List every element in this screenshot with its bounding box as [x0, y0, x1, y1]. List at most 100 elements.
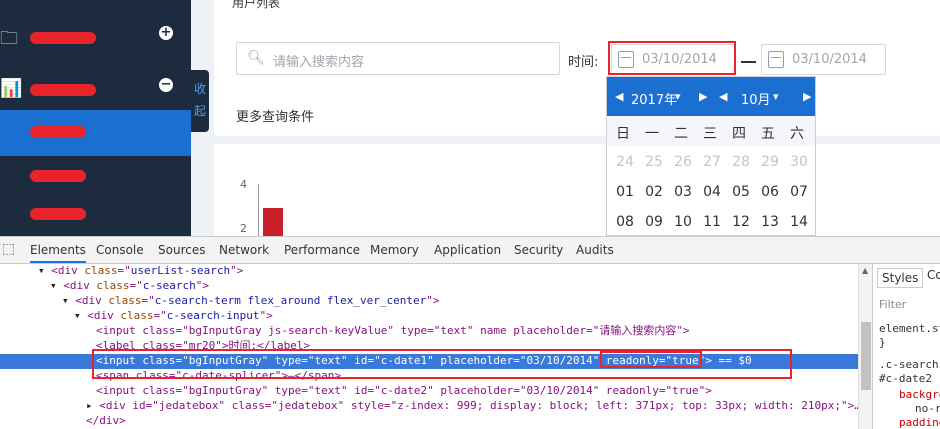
- chart-panel: 4 2: [214, 144, 940, 236]
- search-icon: 🔍︎: [247, 50, 265, 66]
- expand-plus-icon[interactable]: +: [159, 26, 173, 40]
- day-cell[interactable]: 10: [669, 214, 697, 230]
- dom-node[interactable]: </div>: [0, 414, 858, 429]
- prev-month-arrow-icon[interactable]: ◀: [719, 90, 727, 103]
- weekday-label: 一: [645, 126, 659, 142]
- day-cell[interactable]: 05: [727, 184, 755, 200]
- day-cell[interactable]: 09: [640, 214, 668, 230]
- dom-node[interactable]: ▾ <div class="c-search-term flex_around …: [0, 294, 858, 309]
- dom-tree: ▾ <div class="userList-search"> ▾ <div c…: [0, 264, 861, 429]
- chart-bar: [263, 208, 283, 236]
- date-end-input[interactable]: 03/10/2014: [761, 44, 886, 75]
- tab-memory[interactable]: Memory: [370, 243, 419, 257]
- sidebar-subitem-3[interactable]: [0, 196, 191, 236]
- day-cell[interactable]: 07: [785, 184, 813, 200]
- next-year-arrow-icon[interactable]: ▶: [699, 90, 707, 103]
- date-splicer: [741, 61, 756, 63]
- collapse-minus-icon[interactable]: −: [159, 78, 173, 92]
- tab-styles[interactable]: Styles: [877, 268, 924, 288]
- tab-performance[interactable]: Performance: [284, 243, 360, 257]
- day-cell[interactable]: 26: [669, 154, 697, 170]
- y-tick: 4: [240, 178, 247, 191]
- dom-tree-scrollbar[interactable]: ▲: [858, 264, 872, 429]
- sidebar: 🗀 + 📊 −: [0, 0, 191, 236]
- weekday-row: 日 一 二 三 四 五 六: [607, 116, 815, 146]
- date-picker-header: ◀ 2017年 ▾ ▶ ◀ 10月 ▾ ▶: [607, 77, 815, 116]
- day-cell[interactable]: 01: [611, 184, 639, 200]
- style-rule-line: }: [879, 336, 886, 349]
- tab-security[interactable]: Security: [514, 243, 563, 257]
- style-rule-line: #c-date2 ,: [879, 372, 940, 385]
- styles-filter-input[interactable]: Filter: [879, 298, 906, 311]
- prev-year-arrow-icon[interactable]: ◀: [615, 90, 623, 103]
- style-rule-line: no-r: [915, 402, 940, 415]
- search-input[interactable]: 🔍︎ 请输入搜索内容: [236, 42, 560, 75]
- style-rule-line: padding: [899, 416, 940, 429]
- style-rule-line: .c-search: [879, 358, 939, 371]
- style-rule-line: element.st: [879, 322, 940, 335]
- chart-icon: 📊: [0, 78, 23, 99]
- tab-application[interactable]: Application: [434, 243, 501, 257]
- sidebar-subitem-active[interactable]: [0, 110, 191, 156]
- calendar-icon: [768, 51, 784, 68]
- year-select[interactable]: 2017年: [631, 89, 677, 108]
- tab-elements[interactable]: Elements: [30, 243, 86, 263]
- day-cell[interactable]: 14: [785, 214, 813, 230]
- day-cell[interactable]: 13: [756, 214, 784, 230]
- day-cell[interactable]: 27: [698, 154, 726, 170]
- scroll-up-arrow-icon[interactable]: ▲: [862, 266, 868, 275]
- next-month-arrow-icon[interactable]: ▶: [803, 90, 811, 103]
- search-panel: 🔍︎ 请输入搜索内容 时间: 03/10/2014 03/10/2014 更多查…: [214, 22, 940, 136]
- weekday-label: 二: [674, 126, 688, 142]
- date-end-value: 03/10/2014: [792, 52, 867, 67]
- day-cell[interactable]: 24: [611, 154, 639, 170]
- devtools-tab-bar: ⬚ Elements Console Sources Network Perfo…: [0, 237, 940, 264]
- more-conditions-link[interactable]: 更多查询条件: [236, 106, 314, 125]
- weekday-label: 四: [732, 126, 746, 142]
- dom-node[interactable]: <input class="bgInputGray js-search-keyV…: [0, 324, 858, 339]
- day-cell[interactable]: 08: [611, 214, 639, 230]
- search-placeholder: 请输入搜索内容: [273, 55, 365, 70]
- day-cell[interactable]: 03: [669, 184, 697, 200]
- tab-network[interactable]: Network: [219, 243, 269, 257]
- redacted-label: [30, 84, 96, 96]
- weekday-label: 日: [616, 126, 630, 142]
- sidebar-item-1[interactable]: 🗀 +: [0, 14, 191, 60]
- style-rule-line: backgro: [899, 388, 940, 401]
- day-cell[interactable]: 28: [727, 154, 755, 170]
- day-cell[interactable]: 12: [727, 214, 755, 230]
- day-cell[interactable]: 29: [756, 154, 784, 170]
- dom-node[interactable]: ▾ <div class="c-search-input">: [0, 309, 858, 324]
- dom-node[interactable]: ▾ <div class="userList-search">: [0, 264, 858, 279]
- weekday-label: 五: [761, 126, 775, 142]
- tab-sources[interactable]: Sources: [158, 243, 205, 257]
- folder-icon: 🗀: [0, 28, 18, 49]
- tab-console[interactable]: Console: [96, 243, 144, 257]
- day-cell[interactable]: 06: [756, 184, 784, 200]
- tab-computed[interactable]: Co: [927, 268, 940, 282]
- highlight-outline: [608, 41, 736, 75]
- day-cell[interactable]: 04: [698, 184, 726, 200]
- sidebar-collapse-toggle[interactable]: 收 起: [191, 70, 209, 132]
- day-cell[interactable]: 11: [698, 214, 726, 230]
- month-dropdown-arrow-icon[interactable]: ▾: [773, 90, 779, 103]
- redacted-label: [30, 170, 86, 182]
- day-cell[interactable]: 02: [640, 184, 668, 200]
- dom-node[interactable]: ▾ <div class="c-search">: [0, 279, 858, 294]
- weekday-label: 三: [703, 126, 717, 142]
- sidebar-item-2[interactable]: 📊 −: [0, 66, 191, 112]
- day-cell[interactable]: 30: [785, 154, 813, 170]
- scrollbar-thumb[interactable]: [861, 322, 871, 390]
- inspect-icon[interactable]: ⬚: [2, 241, 15, 257]
- redacted-label: [30, 126, 86, 138]
- year-dropdown-arrow-icon[interactable]: ▾: [675, 90, 681, 103]
- page-title: 用户列表: [232, 0, 281, 10]
- day-cell[interactable]: 25: [640, 154, 668, 170]
- month-select[interactable]: 10月: [741, 89, 771, 108]
- tab-audits[interactable]: Audits: [576, 243, 614, 257]
- dom-node[interactable]: <input class="bgInputGray" type="text" i…: [0, 384, 858, 399]
- devtools-panel: ⬚ Elements Console Sources Network Perfo…: [0, 236, 940, 429]
- highlight-outline: [600, 351, 702, 368]
- dom-node[interactable]: ▸ <div id="jedatebox" class="jedatebox" …: [0, 399, 861, 414]
- y-tick: 2: [240, 222, 247, 235]
